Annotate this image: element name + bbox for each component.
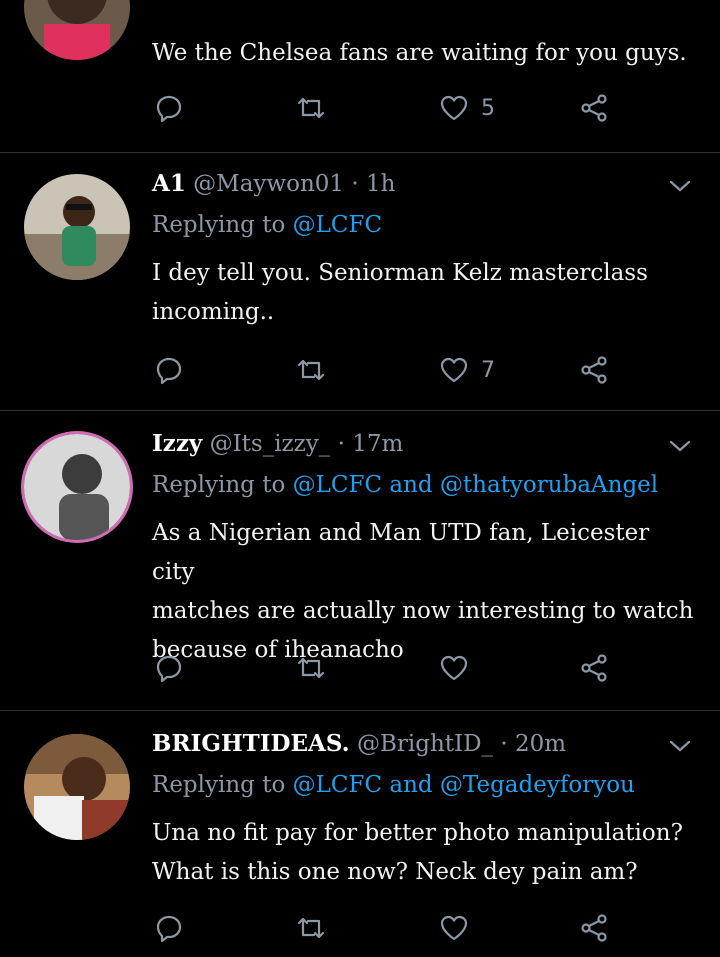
tweet-text: I dey tell you. Seniorman Kelz mastercla… — [152, 260, 648, 325]
mention-link[interactable]: @LCFC — [293, 772, 382, 798]
tweet-actions — [152, 648, 672, 688]
reply-icon — [156, 357, 182, 385]
retweet-button[interactable] — [294, 648, 328, 688]
separator: · — [500, 731, 508, 757]
avatar[interactable] — [24, 734, 130, 840]
mention-link[interactable]: @LCFC — [293, 472, 382, 498]
share-button[interactable] — [577, 908, 611, 948]
like-button[interactable] — [437, 648, 481, 688]
user-handle[interactable]: @Its_izzy_ — [210, 431, 331, 457]
tweet-card[interactable]: BRIGHTIDEAS. @BrightID_ · 20m Replying t… — [0, 710, 720, 957]
like-button[interactable] — [437, 908, 481, 948]
reply-icon — [156, 655, 182, 683]
share-button[interactable] — [577, 88, 611, 128]
tweet-actions: 7 — [152, 350, 672, 390]
chevron-down-icon[interactable] — [668, 434, 692, 458]
tweet-card[interactable]: Izzy @Its_izzy_ · 17m Replying to @LCFC … — [0, 410, 720, 711]
tweet-actions — [152, 908, 672, 948]
display-name[interactable]: A1 — [152, 170, 186, 197]
reply-button[interactable] — [152, 648, 186, 688]
like-count: 7 — [481, 357, 495, 383]
share-icon — [581, 356, 607, 384]
timestamp[interactable]: 17m — [352, 431, 403, 457]
reply-icon — [156, 915, 182, 943]
retweet-icon — [297, 917, 325, 939]
avatar[interactable] — [24, 434, 130, 540]
retweet-button[interactable] — [294, 350, 328, 390]
retweet-icon — [297, 97, 325, 119]
retweet-icon — [297, 359, 325, 381]
tweet-header: BRIGHTIDEAS. @BrightID_ · 20m — [152, 730, 566, 757]
tweet-header: Izzy @Its_izzy_ · 17m — [152, 430, 403, 457]
tweet-card[interactable]: A1 @Maywon01 · 1h Replying to @LCFC I de… — [0, 152, 720, 411]
avatar[interactable] — [24, 0, 130, 60]
separator: · — [337, 431, 345, 457]
heart-icon — [440, 357, 468, 383]
reply-icon — [156, 95, 182, 123]
chevron-down-icon[interactable] — [668, 734, 692, 758]
like-button[interactable]: 7 — [437, 350, 495, 390]
timestamp[interactable]: 20m — [515, 731, 566, 757]
replying-to: Replying to @LCFC and @thatyorubaAngel — [152, 472, 659, 498]
replying-to: Replying to @LCFC and @Tegadeyforyou — [152, 772, 635, 798]
mention-link[interactable]: @Tegadeyforyou — [440, 772, 635, 798]
tweet-text: Una no fit pay for better photo manipula… — [152, 820, 683, 885]
retweet-icon — [297, 657, 325, 679]
user-handle[interactable]: @Maywon01 — [193, 171, 344, 197]
display-name[interactable]: Izzy — [152, 430, 202, 457]
retweet-button[interactable] — [294, 908, 328, 948]
reply-button[interactable] — [152, 350, 186, 390]
display-name[interactable]: BRIGHTIDEAS. — [152, 730, 350, 757]
share-button[interactable] — [577, 648, 611, 688]
avatar[interactable] — [24, 174, 130, 280]
mention-link[interactable]: @thatyorubaAngel — [440, 472, 658, 498]
share-icon — [581, 94, 607, 122]
separator: · — [351, 171, 359, 197]
share-icon — [581, 654, 607, 682]
tweet-actions: 5 — [152, 88, 672, 128]
retweet-button[interactable] — [294, 88, 328, 128]
timestamp[interactable]: 1h — [366, 171, 395, 197]
tweet-text: As a Nigerian and Man UTD fan, Leicester… — [152, 520, 694, 663]
tweet-header: A1 @Maywon01 · 1h — [152, 170, 395, 197]
replying-to: Replying to @LCFC — [152, 212, 383, 238]
share-button[interactable] — [577, 350, 611, 390]
like-button[interactable]: 5 — [437, 88, 495, 128]
tweet-text: We the Chelsea fans are waiting for you … — [152, 40, 687, 66]
tweet-card[interactable]: We the Chelsea fans are waiting for you … — [0, 0, 720, 153]
share-icon — [581, 914, 607, 942]
like-count: 5 — [481, 95, 495, 121]
mention-link[interactable]: @LCFC — [293, 212, 382, 238]
reply-button[interactable] — [152, 88, 186, 128]
cut-off-reply-line — [152, 0, 159, 20]
chevron-down-icon[interactable] — [668, 174, 692, 198]
heart-icon — [440, 915, 468, 941]
heart-icon — [440, 95, 468, 121]
reply-button[interactable] — [152, 908, 186, 948]
heart-icon — [440, 655, 468, 681]
user-handle[interactable]: @BrightID_ — [357, 731, 493, 757]
